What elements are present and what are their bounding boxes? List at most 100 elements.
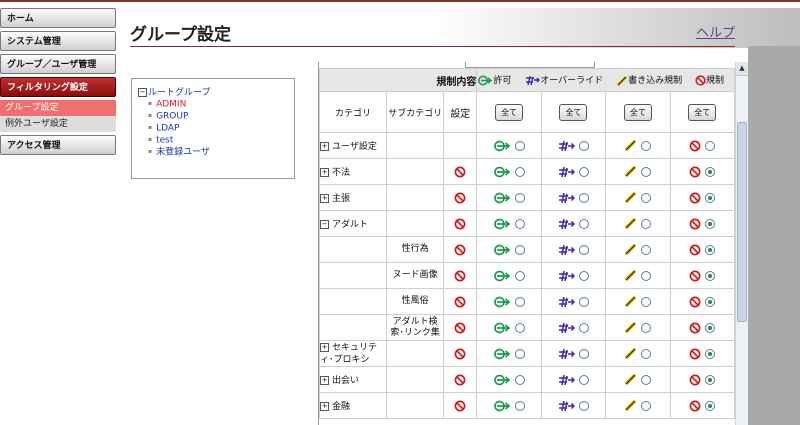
table-row: 性風俗	[319, 288, 735, 315]
sidebar-subitem-group-settings[interactable]: グループ設定	[0, 100, 116, 116]
write-radio[interactable]	[641, 244, 652, 255]
block-radio[interactable]	[705, 296, 716, 307]
block-icon	[689, 400, 701, 411]
block-radio[interactable]	[705, 400, 716, 411]
allow-radio[interactable]	[515, 322, 526, 333]
block-cell	[669, 392, 735, 419]
allow-cell	[476, 236, 542, 263]
tree-item-group[interactable]: GROUP	[148, 110, 210, 122]
block-cell	[669, 366, 735, 393]
write-radio[interactable]	[641, 218, 652, 229]
category-label: 出会い	[332, 376, 360, 386]
block-icon	[454, 296, 466, 307]
write-radio[interactable]	[641, 400, 652, 411]
override-radio[interactable]	[579, 348, 590, 359]
sidebar-item-home[interactable]: ホーム	[0, 8, 116, 28]
override-radio[interactable]	[579, 166, 590, 177]
tree-root-label[interactable]: ルートグループ	[148, 88, 210, 98]
allow-radio[interactable]	[515, 166, 526, 177]
select-all-allow-button[interactable]: 全て	[495, 103, 524, 121]
write-restrict-icon	[625, 165, 637, 178]
sidebar-subitem-exception-users[interactable]: 例外ユーザ設定	[0, 116, 116, 132]
help-link[interactable]: ヘルプ	[696, 22, 735, 41]
expand-icon[interactable]: +	[320, 142, 329, 151]
scroll-thumb[interactable]	[737, 122, 747, 322]
override-cell	[540, 366, 607, 393]
allow-radio[interactable]	[515, 140, 526, 151]
override-radio[interactable]	[579, 374, 590, 385]
allow-icon	[494, 166, 511, 177]
table-row: 性行為	[319, 236, 735, 263]
allow-icon	[478, 75, 493, 86]
override-cell	[540, 132, 607, 159]
allow-radio[interactable]	[515, 192, 526, 203]
allow-radio[interactable]	[515, 270, 526, 281]
select-all-write-button[interactable]: 全て	[623, 103, 652, 121]
select-all-block-button[interactable]: 全て	[688, 103, 717, 121]
top-border	[0, 0, 800, 2]
tree-item-ldap[interactable]: LDAP	[148, 122, 210, 134]
write-radio[interactable]	[641, 348, 652, 359]
write-radio[interactable]	[641, 322, 652, 333]
allow-radio[interactable]	[515, 218, 526, 229]
block-icon	[689, 218, 701, 229]
vertical-scrollbar[interactable]: ▲	[735, 62, 748, 425]
block-radio[interactable]	[705, 192, 716, 203]
write-radio[interactable]	[641, 270, 652, 281]
override-radio[interactable]	[579, 218, 590, 229]
override-radio[interactable]	[579, 192, 590, 203]
allow-radio[interactable]	[515, 244, 526, 255]
block-cell	[669, 184, 735, 211]
write-radio[interactable]	[641, 374, 652, 385]
scroll-up-arrow-icon[interactable]: ▲	[736, 62, 748, 76]
subcategory-label: 性風俗	[401, 296, 429, 306]
block-radio[interactable]	[705, 140, 716, 151]
block-radio[interactable]	[705, 166, 716, 177]
override-radio[interactable]	[579, 400, 590, 411]
sidebar-item-access[interactable]: アクセス管理	[0, 135, 116, 155]
expand-icon[interactable]: +	[320, 402, 329, 411]
block-radio[interactable]	[705, 322, 716, 333]
block-icon	[454, 322, 466, 333]
allow-radio[interactable]	[515, 348, 526, 359]
override-radio[interactable]	[579, 322, 590, 333]
allow-radio[interactable]	[515, 374, 526, 385]
block-radio[interactable]	[705, 374, 716, 385]
tree-root[interactable]: − ルートグループ	[138, 85, 210, 98]
sidebar-item-filtering[interactable]: フィルタリング設定	[0, 77, 116, 97]
write-radio[interactable]	[641, 140, 652, 151]
tree-item-unregistered[interactable]: 未登録ユーザ	[148, 146, 210, 158]
expand-icon[interactable]: +	[320, 342, 329, 352]
sidebar-item-system[interactable]: システム管理	[0, 31, 116, 51]
override-radio[interactable]	[579, 270, 590, 281]
expand-icon[interactable]: +	[320, 376, 329, 385]
override-icon	[559, 296, 576, 307]
category-cell: − アダルト	[319, 210, 387, 237]
override-radio[interactable]	[579, 244, 590, 255]
page-header: グループ設定 ヘルプ	[130, 8, 800, 48]
write-radio[interactable]	[641, 166, 652, 177]
expand-icon[interactable]: +	[320, 168, 329, 177]
write-radio[interactable]	[641, 192, 652, 203]
override-radio[interactable]	[579, 296, 590, 307]
override-icon	[559, 322, 576, 333]
allow-radio[interactable]	[515, 400, 526, 411]
write-restrict-icon	[625, 399, 637, 412]
block-radio[interactable]	[705, 244, 716, 255]
write-radio[interactable]	[641, 296, 652, 307]
sidebar-item-group-user[interactable]: グループ／ユーザ管理	[0, 54, 116, 74]
collapse-icon[interactable]: −	[320, 220, 329, 229]
block-radio[interactable]	[705, 270, 716, 281]
allow-radio[interactable]	[515, 296, 526, 307]
block-radio[interactable]	[705, 348, 716, 359]
tree-item-admin[interactable]: ADMIN	[148, 98, 210, 110]
override-radio[interactable]	[579, 140, 590, 151]
collapse-icon[interactable]: −	[138, 88, 147, 97]
select-all-override-button[interactable]: 全て	[559, 103, 588, 121]
block-radio[interactable]	[705, 218, 716, 229]
header-row: カテゴリ サブカテゴリ 設定 全て 全て 全て 全て	[319, 91, 735, 133]
allow-icon	[494, 322, 511, 333]
expand-icon[interactable]: +	[320, 194, 329, 203]
tree-item-test[interactable]: test	[148, 134, 210, 146]
setting-cell	[443, 392, 478, 419]
